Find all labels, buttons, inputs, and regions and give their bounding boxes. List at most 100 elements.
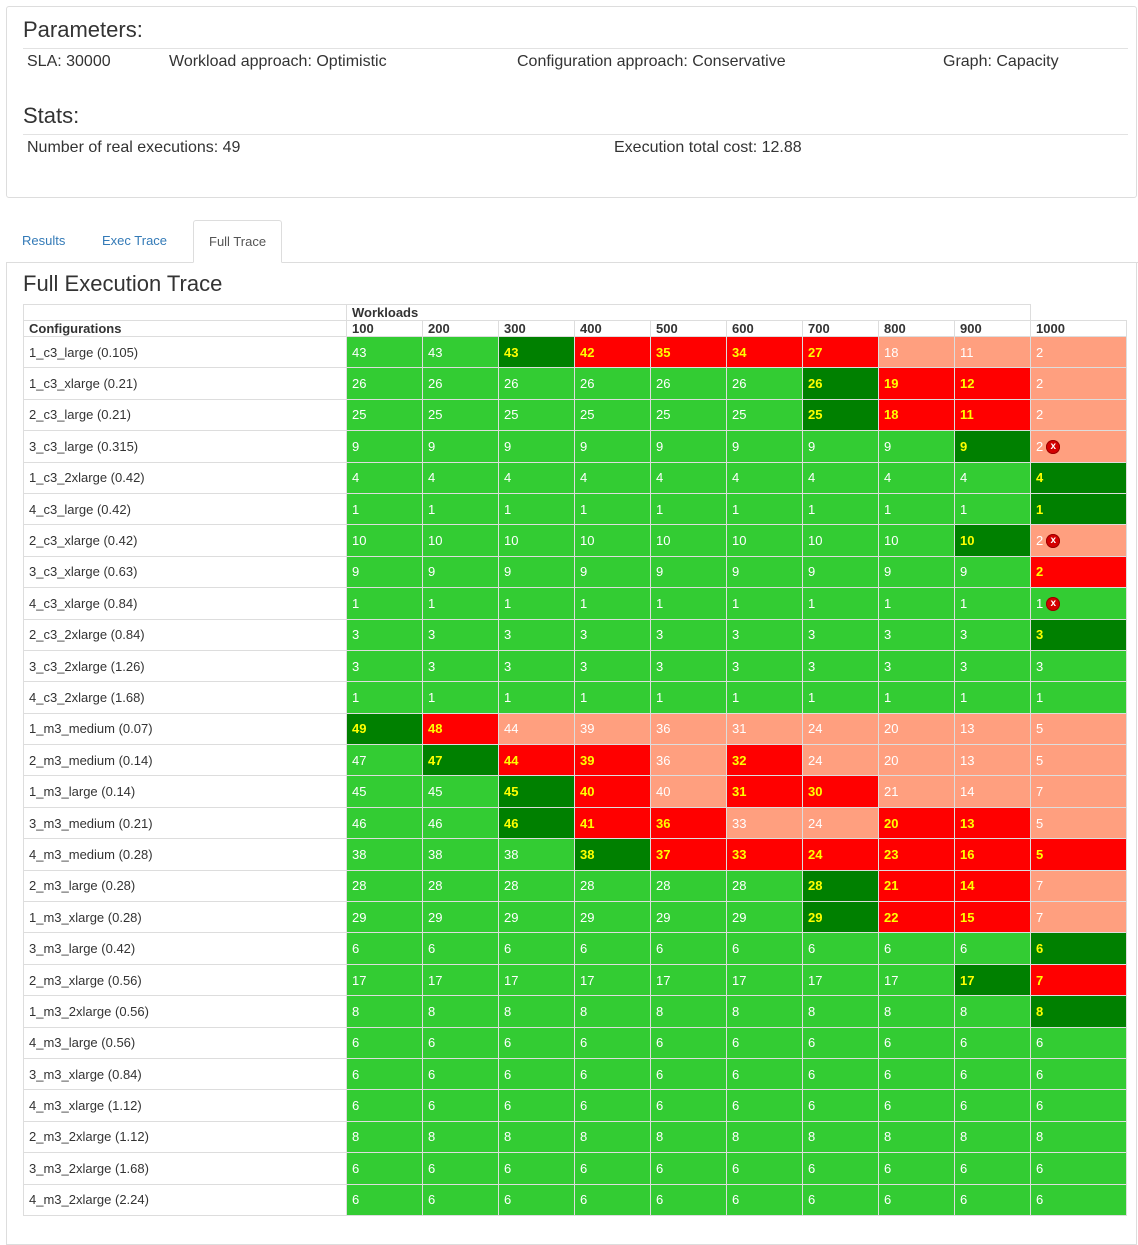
trace-cell-value: 13 xyxy=(960,815,975,831)
trace-cell-value: 10 xyxy=(428,533,443,549)
trace-cell-value: 25 xyxy=(808,407,823,423)
x-circle-icon: x xyxy=(1046,597,1061,612)
table-row: 2_m3_large (0.28) 28 28 28 28 28 28 28 21 14 7 xyxy=(23,869,1127,903)
trace-cell-value: 6 xyxy=(352,1035,360,1051)
trace-cell-value: 25 xyxy=(428,407,443,423)
trace-title: Full Execution Trace xyxy=(23,271,223,296)
trace-cell-value: 2 xyxy=(1036,532,1044,548)
trace-cell-value: 29 xyxy=(352,909,367,925)
x-circle-icon: x xyxy=(1046,534,1061,549)
trace-cell-value: 8 xyxy=(656,1003,664,1019)
trace-cell-value: 10 xyxy=(504,533,519,549)
trace-cell-value: 28 xyxy=(732,878,747,894)
trace-cell: 36 xyxy=(650,712,727,746)
trace-cell-value: 1 xyxy=(960,595,968,611)
trace-cell-value: 18 xyxy=(884,407,899,423)
trace-cell: 29 xyxy=(802,901,879,934)
trace-cell: 8 xyxy=(422,1120,499,1154)
trace-cell-value: 1 xyxy=(884,689,892,705)
table-row: 2_m3_medium (0.14) 47 47 44 39 36 32 24 20 13 5 xyxy=(23,744,1127,777)
trace-cell: 29 xyxy=(498,901,575,934)
trace-cell-value: 3 xyxy=(428,658,436,674)
trace-cell-value: 8 xyxy=(428,1129,436,1145)
trace-cell-value: 1 xyxy=(580,501,588,517)
trace-cell-value: 6 xyxy=(960,1098,968,1114)
trace-cell: 4 xyxy=(878,461,955,494)
configurations-label: Configurations xyxy=(23,320,347,337)
trace-cell: 6 xyxy=(498,932,575,965)
trace-cell-value: 3 xyxy=(504,627,512,643)
workloads-label: Workloads xyxy=(346,304,1031,321)
trace-cell-value: 25 xyxy=(732,407,747,423)
trace-cell: 6 xyxy=(346,1057,423,1091)
trace-cell: 6 xyxy=(954,1183,1031,1216)
trace-cell: 10 xyxy=(954,524,1031,557)
trace-cell-value: 1 xyxy=(960,501,968,517)
trace-cell: 7 xyxy=(1030,963,1127,997)
trace-cell: 10 xyxy=(346,524,423,557)
execution-total-cost: Execution total cost: 12.88 xyxy=(614,139,802,156)
trace-cell-value: 6 xyxy=(504,1035,512,1051)
trace-cell: 4 xyxy=(802,461,879,494)
workload-column-header: 500 xyxy=(650,320,727,337)
table-row: 4_c3_xlarge (0.84) 1 1 1 1 1 1 1 1 1 1 x xyxy=(23,587,1127,620)
trace-cell-value: 9 xyxy=(352,564,360,580)
parameters-panel: Parameters: SLA: 30000 Workload approach… xyxy=(6,6,1137,198)
trace-cell-value: 10 xyxy=(352,533,367,549)
trace-cell-value: 11 xyxy=(960,344,974,360)
trace-cell-value: 6 xyxy=(656,1035,664,1051)
trace-cell: 6 xyxy=(878,1183,955,1216)
trace-cell: 10 xyxy=(422,524,499,557)
configuration-name: 4_c3_large (0.42) xyxy=(23,492,347,526)
trace-cell-value: 20 xyxy=(884,752,899,768)
trace-cell-value: 21 xyxy=(884,878,899,894)
trace-cell-value: 6 xyxy=(352,941,360,957)
configuration-approach: Configuration approach: Conservative xyxy=(517,53,786,70)
trace-cell-value: 26 xyxy=(580,376,595,392)
tab-results[interactable]: Results xyxy=(7,220,80,262)
trace-cell-value: 24 xyxy=(808,721,823,737)
parameters-divider xyxy=(23,48,1128,49)
trace-cell: 9 xyxy=(650,555,727,589)
trace-cell: 10 xyxy=(802,524,879,557)
trace-cell: 26 xyxy=(802,367,879,400)
trace-cell-value: 38 xyxy=(504,846,519,862)
trace-cell-value: 9 xyxy=(808,438,816,454)
trace-cell: 9 xyxy=(878,430,955,463)
trace-cell-value: 1 xyxy=(352,501,360,517)
tab-bar: Results Exec Trace Full Trace xyxy=(6,220,1137,263)
trace-cell-value: 6 xyxy=(656,1192,664,1208)
trace-cell: 6 xyxy=(422,1026,499,1059)
tab-full-trace[interactable]: Full Trace xyxy=(193,220,283,263)
trace-cell: 6 xyxy=(650,1183,727,1216)
trace-cell: 6 xyxy=(802,1026,879,1059)
workload-column-header: 600 xyxy=(726,320,803,337)
tab-exec-trace[interactable]: Exec Trace xyxy=(87,220,182,262)
trace-cell: 31 xyxy=(726,712,803,746)
trace-cell: 10 xyxy=(878,524,955,557)
trace-cell: 6 xyxy=(1030,932,1127,965)
trace-cell: 10 xyxy=(574,524,651,557)
trace-cell: 39 xyxy=(574,712,651,746)
trace-cell: 6 xyxy=(422,1183,499,1216)
trace-cell-value: 6 xyxy=(428,1160,436,1176)
trace-cell: 9 xyxy=(802,430,879,463)
trace-cell: 22 xyxy=(878,901,955,934)
trace-cell-value: 1 xyxy=(504,501,512,517)
trace-cell-value: 26 xyxy=(732,376,747,392)
trace-cell: 6 xyxy=(726,1057,803,1091)
trace-cell-value: 28 xyxy=(656,878,671,894)
trace-cell: 38 xyxy=(422,838,499,871)
trace-cell-value: 46 xyxy=(504,815,519,831)
trace-cell: 6 xyxy=(574,932,651,965)
trace-cell: 10 xyxy=(726,524,803,557)
trace-cell-value: 49 xyxy=(352,721,367,737)
trace-cell: 47 xyxy=(346,744,423,777)
trace-cell: 1 xyxy=(954,492,1031,526)
trace-cell: 1 xyxy=(726,587,803,620)
trace-cell: 11 xyxy=(954,398,1031,432)
trace-cell-value: 1 xyxy=(732,595,740,611)
trace-cell: 3 xyxy=(726,649,803,683)
trace-cell-value: 6 xyxy=(352,1192,360,1208)
table-row: 3_c3_large (0.315) 9 9 9 9 9 9 9 9 9 2 x xyxy=(23,430,1127,463)
